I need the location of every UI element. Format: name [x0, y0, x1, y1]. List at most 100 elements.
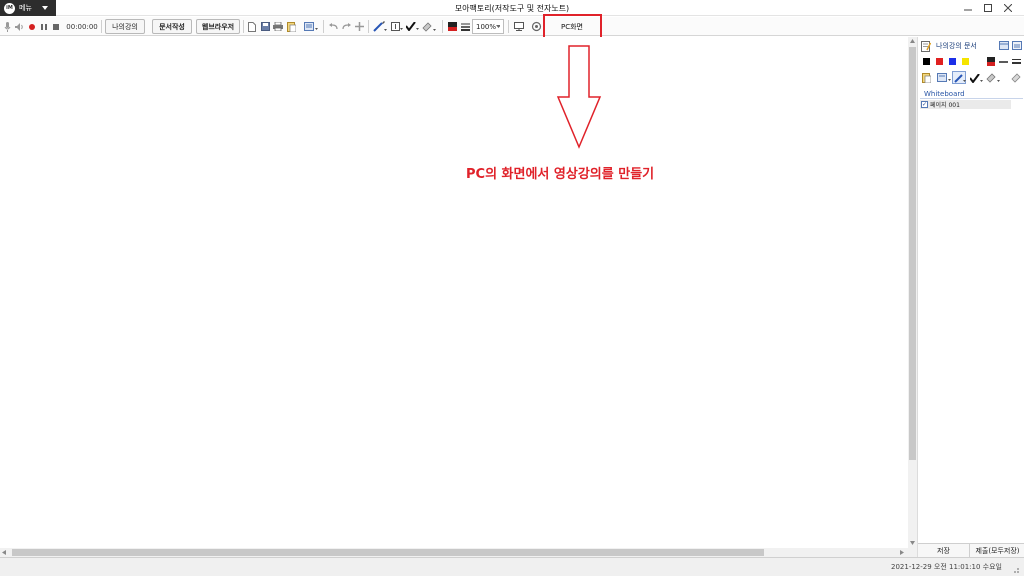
- window-title: 모아팩토리(저작도구 및 전자노트): [454, 4, 570, 13]
- section-divider: [920, 98, 1023, 99]
- pen-tool-selected[interactable]: [952, 71, 966, 84]
- speaker-button[interactable]: [14, 19, 25, 34]
- redo-button[interactable]: [340, 19, 352, 34]
- checkmark-icon: [405, 22, 419, 31]
- panel-title: 나의강의 문서: [936, 42, 977, 50]
- whiteboard-section-label: Whiteboard: [924, 90, 965, 98]
- down-arrow-annotation-icon: [556, 45, 602, 149]
- scroll-up-icon: [910, 39, 915, 43]
- pause-button[interactable]: [40, 19, 48, 34]
- textbox-icon: [391, 22, 403, 31]
- toolbar-separator: [442, 20, 443, 33]
- mic-icon: [4, 21, 11, 32]
- zoom-select[interactable]: 100%: [472, 19, 504, 34]
- scroll-down-icon: [910, 541, 915, 545]
- line-width-button[interactable]: [459, 19, 471, 34]
- page-list-item[interactable]: ✓ 페이지 001: [920, 100, 1011, 109]
- submit-all-button[interactable]: 제출(모두저장): [970, 544, 1024, 558]
- main-toolbar: 00:00:00 나의강의 문서작성 웹브라우저 100% PC화면: [0, 17, 1024, 36]
- undo-icon: [328, 23, 338, 30]
- color-picker-button[interactable]: [446, 19, 458, 34]
- panel-footer: 저장 제출(모두저장): [918, 543, 1024, 558]
- status-bar: 2021-12-29 오전 11:01:10 수요일: [0, 557, 1024, 576]
- checkmark-icon[interactable]: [970, 74, 983, 83]
- toolbar-separator: [368, 20, 369, 33]
- line-width-icon[interactable]: [1012, 58, 1021, 65]
- save-button[interactable]: [259, 19, 271, 34]
- eraser-tool-button[interactable]: [421, 19, 437, 34]
- app-window: iM 메뉴 모아팩토리(저작도구 및 전자노트) 00:00:00 나의강의 문…: [0, 0, 1024, 576]
- checkmark-tool-button[interactable]: [405, 19, 419, 34]
- scroll-left-icon: [2, 550, 6, 555]
- notebook-icon: [921, 40, 931, 52]
- slides-icon: [304, 21, 318, 31]
- vertical-scrollbar[interactable]: [908, 37, 917, 557]
- document-panel: 나의강의 문서 Whiteboard ✓ 페이지 001 저장 제출(모두저장): [917, 37, 1024, 558]
- vertical-scroll-thumb[interactable]: [909, 47, 916, 460]
- web-browser-button[interactable]: 웹브라우저: [196, 19, 240, 34]
- import-icon: [286, 21, 296, 32]
- screen-button[interactable]: [513, 19, 525, 34]
- checkbox-icon[interactable]: ✓: [921, 101, 928, 108]
- save-icon: [260, 22, 270, 31]
- horizontal-scroll-thumb[interactable]: [12, 549, 764, 556]
- mic-button[interactable]: [3, 19, 12, 34]
- thin-line-icon[interactable]: [999, 61, 1008, 63]
- eraser-icon: [422, 21, 436, 32]
- toolbar-separator: [101, 20, 102, 33]
- clear-eraser-icon[interactable]: [1011, 73, 1021, 83]
- main-menu-button[interactable]: iM 메뉴: [0, 0, 56, 16]
- move-button[interactable]: [353, 19, 365, 34]
- save-document-button[interactable]: 저장: [918, 544, 970, 558]
- close-icon: [1004, 3, 1012, 12]
- minimize-button[interactable]: [961, 1, 975, 14]
- pen-icon: [954, 74, 966, 83]
- my-lecture-button[interactable]: 나의강의: [105, 19, 145, 34]
- color-icon: [447, 22, 457, 31]
- scroll-right-icon: [900, 550, 904, 555]
- color-swatch-blue[interactable]: [949, 58, 956, 65]
- pen-tool-button[interactable]: [372, 19, 388, 34]
- screen-icon: [514, 22, 524, 31]
- new-page-icon: [248, 21, 256, 32]
- textbox-tool-button[interactable]: [390, 19, 404, 34]
- maximize-button[interactable]: [981, 1, 995, 14]
- import-button[interactable]: [285, 19, 297, 34]
- pen-icon: [373, 21, 387, 32]
- color-swatch-black[interactable]: [923, 58, 930, 65]
- color-swatch-yellow[interactable]: [962, 58, 969, 65]
- annotation-text: PC의 화면에서 영상강의를 만들기: [466, 167, 655, 182]
- settings-button[interactable]: [529, 19, 543, 34]
- title-bar: iM 메뉴 모아팩토리(저작도구 및 전자노트): [0, 0, 1024, 16]
- redo-icon: [341, 23, 351, 30]
- chevron-down-icon: [496, 25, 500, 28]
- new-page-button[interactable]: [246, 19, 258, 34]
- whiteboard-canvas[interactable]: [0, 37, 908, 548]
- minimize-icon: [964, 9, 972, 10]
- slides-icon[interactable]: [937, 73, 951, 83]
- slides-button[interactable]: [303, 19, 319, 34]
- resize-grip-icon[interactable]: [1011, 565, 1020, 574]
- document-write-button[interactable]: 문서작성: [152, 19, 192, 34]
- layout-grid-icon[interactable]: [999, 41, 1009, 50]
- color-icon[interactable]: [987, 57, 995, 66]
- undo-button[interactable]: [327, 19, 339, 34]
- toolbar-separator: [508, 20, 509, 33]
- import-icon[interactable]: [922, 73, 931, 83]
- move-icon: [354, 22, 364, 31]
- record-timer: 00:00:00: [66, 22, 98, 31]
- print-icon: [273, 22, 283, 31]
- maximize-icon: [984, 3, 992, 12]
- close-button[interactable]: [1001, 1, 1015, 14]
- layout-list-icon[interactable]: [1012, 41, 1022, 50]
- zoom-value: 100%: [476, 22, 497, 31]
- chevron-down-icon: [41, 6, 48, 10]
- horizontal-scrollbar[interactable]: [0, 548, 908, 557]
- record-button[interactable]: [28, 19, 36, 34]
- speaker-icon: [14, 22, 23, 31]
- stop-button[interactable]: [52, 19, 60, 34]
- print-button[interactable]: [272, 19, 284, 34]
- eraser-icon[interactable]: [986, 73, 1000, 83]
- color-swatch-red[interactable]: [936, 58, 943, 65]
- settings-icon: [531, 21, 541, 32]
